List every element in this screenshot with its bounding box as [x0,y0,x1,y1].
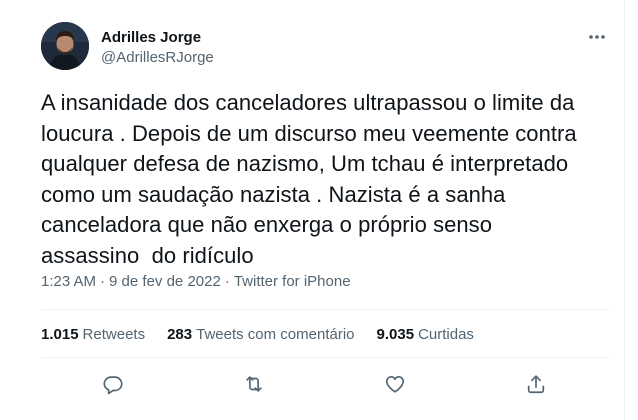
avatar-image [41,22,89,70]
retweets-count: 1.015 [41,326,79,343]
share-button[interactable] [519,367,553,401]
divider [41,309,610,310]
author-display-name[interactable]: Adrilles Jorge [101,29,201,47]
quote-tweets-count: 283 [167,326,193,343]
quote-tweets-label: Tweets com comentário [196,326,355,343]
tweet-actions-bar [0,367,625,403]
more-horizontal-icon [589,35,605,39]
tweet-date[interactable]: 9 de fev de 2022 [109,273,221,290]
tweet-metadata: 1:23 AM · 9 de fev de 2022 · Twitter for iPh… [41,273,351,291]
likes-stat[interactable]: 9.035 Curtidas [377,326,474,344]
heart-icon [385,376,405,393]
tweet-text: A insanidade dos canceladores ultrapasso… [41,90,577,268]
avatar[interactable] [41,22,89,70]
more-options-button[interactable] [583,26,611,48]
meta-separator: · [224,273,230,290]
retweet-icon [246,376,262,392]
tweet-time[interactable]: 1:23 AM [41,273,96,290]
likes-label: Curtidas [418,326,474,343]
reply-icon [103,376,123,395]
tweet-source[interactable]: Twitter for iPhone [234,273,351,290]
share-icon [527,375,545,394]
tweet-card: Adrilles Jorge @AdrillesRJorge A insanid… [0,0,625,420]
meta-separator: · [100,273,106,290]
author-handle[interactable]: @AdrillesRJorge [101,49,214,67]
retweet-button[interactable] [237,367,271,401]
retweets-label: Retweets [82,326,146,343]
tweet-stats: 1.015 Retweets 283 Tweets com comentário… [41,326,496,344]
retweets-stat[interactable]: 1.015 Retweets [41,326,145,344]
like-button[interactable] [378,367,412,401]
quote-tweets-stat[interactable]: 283 Tweets com comentário [167,326,354,344]
likes-count: 9.035 [376,326,415,343]
reply-button[interactable] [96,367,130,401]
divider [41,357,610,358]
